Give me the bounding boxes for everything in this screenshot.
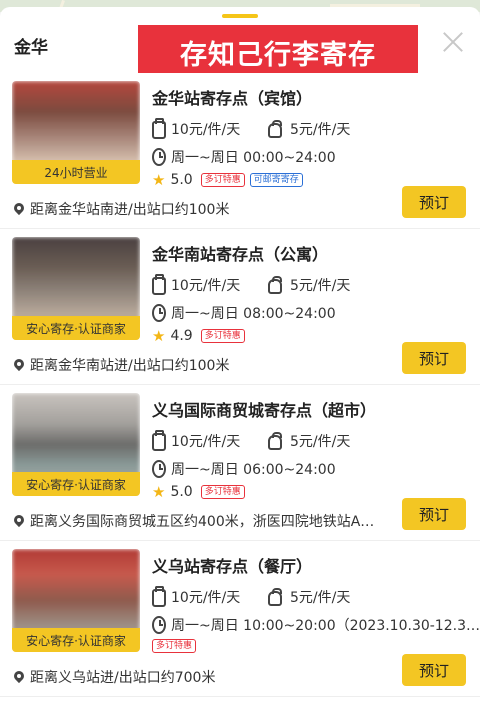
store-address: 距离金华南站进/出站口约100米 bbox=[14, 355, 229, 375]
backpack-icon bbox=[268, 431, 282, 450]
suitcase-icon bbox=[152, 429, 166, 451]
store-name[interactable]: 金华南站寄存点（公寓） bbox=[152, 241, 328, 265]
close-icon[interactable] bbox=[440, 29, 466, 55]
list-item[interactable]: 安心寄存·认证商家 义乌国际商贸城寄存点（超市） 10元/件/天 5元/件/天 … bbox=[0, 385, 480, 541]
location-pin-icon bbox=[14, 359, 24, 372]
backpack-icon bbox=[268, 587, 282, 606]
opening-hours: 周一~周日 10:00~20:00（2023.10.30-12.3… bbox=[152, 615, 480, 635]
price-backpack: 5元/件/天 bbox=[268, 587, 350, 607]
location-pin-icon bbox=[14, 515, 24, 528]
star-icon: ★ bbox=[152, 327, 166, 345]
book-button[interactable]: 预订 bbox=[402, 654, 466, 686]
clock-icon bbox=[152, 460, 166, 478]
suitcase-icon bbox=[152, 117, 166, 139]
clock-icon bbox=[152, 616, 166, 634]
store-tag: 安心寄存·认证商家 bbox=[12, 628, 140, 652]
location-pin-icon bbox=[14, 203, 24, 216]
suitcase-icon bbox=[152, 273, 166, 295]
clock-icon bbox=[152, 148, 166, 166]
clock-icon bbox=[152, 304, 166, 322]
rating-row: ★ 4.9 多订特惠 bbox=[152, 327, 250, 345]
store-photo: 安心寄存·认证商家 bbox=[12, 237, 140, 340]
store-tag: 24小时营业 bbox=[12, 160, 140, 184]
mail-storage-badge: 可邮寄寄存 bbox=[249, 173, 303, 187]
store-photo: 24小时营业 bbox=[12, 81, 140, 184]
store-photo: 安心寄存·认证商家 bbox=[12, 393, 140, 496]
rating-row: ★ 5.0 多订特惠 可邮寄寄存 bbox=[152, 171, 308, 189]
price-backpack: 5元/件/天 bbox=[268, 431, 350, 451]
discount-badge: 多订特惠 bbox=[200, 485, 245, 499]
discount-badge: 多订特惠 bbox=[200, 173, 245, 187]
price-suitcase: 10元/件/天 bbox=[152, 429, 240, 451]
price-backpack: 5元/件/天 bbox=[268, 275, 350, 295]
location-pin-icon bbox=[14, 671, 24, 684]
price-suitcase: 10元/件/天 bbox=[152, 273, 240, 295]
store-name[interactable]: 义乌站寄存点（餐厅） bbox=[152, 553, 312, 577]
opening-hours: 周一~周日 06:00~24:00 bbox=[152, 459, 336, 479]
discount-badge: 多订特惠 bbox=[152, 639, 197, 653]
backpack-icon bbox=[268, 275, 282, 294]
book-button[interactable]: 预订 bbox=[402, 498, 466, 530]
list-item[interactable]: 24小时营业 金华站寄存点（宾馆） 10元/件/天 5元/件/天 周一~周日 0… bbox=[0, 73, 480, 229]
watermark-banner: 存知己行李寄存 bbox=[138, 25, 418, 79]
store-tag: 安心寄存·认证商家 bbox=[12, 316, 140, 340]
rating-score: 5.0 bbox=[170, 484, 193, 500]
star-icon: ★ bbox=[152, 171, 166, 189]
store-address: 距离金华站南进/出站口约100米 bbox=[14, 199, 229, 219]
book-button[interactable]: 预订 bbox=[402, 342, 466, 374]
price-backpack: 5元/件/天 bbox=[268, 119, 350, 139]
book-button[interactable]: 预订 bbox=[402, 186, 466, 218]
store-photo: 安心寄存·认证商家 bbox=[12, 549, 140, 652]
store-address: 距离义务国际商贸城五区约400米，浙医四院地铁站A… bbox=[14, 511, 374, 531]
drag-handle[interactable] bbox=[222, 14, 258, 18]
opening-hours: 周一~周日 08:00~24:00 bbox=[152, 303, 336, 323]
rating-row: ★ 5.0 多订特惠 bbox=[152, 483, 250, 501]
rating-score: 4.9 bbox=[170, 328, 193, 344]
list-item[interactable]: 安心寄存·认证商家 义乌站寄存点（餐厅） 10元/件/天 5元/件/天 周一~周… bbox=[0, 541, 480, 697]
store-list-sheet: 金华 存知己行李寄存 24小时营业 金华站寄存点（宾馆） 10元/件/天 5元/… bbox=[0, 7, 480, 703]
city-title: 金华 bbox=[14, 38, 48, 58]
store-tag: 安心寄存·认证商家 bbox=[12, 472, 140, 496]
rating-row: 多订特惠 bbox=[152, 639, 201, 653]
discount-badge: 多订特惠 bbox=[200, 329, 245, 343]
opening-hours: 周一~周日 00:00~24:00 bbox=[152, 147, 336, 167]
price-suitcase: 10元/件/天 bbox=[152, 117, 240, 139]
price-suitcase: 10元/件/天 bbox=[152, 585, 240, 607]
backpack-icon bbox=[268, 119, 282, 138]
store-name[interactable]: 义乌国际商贸城寄存点（超市） bbox=[152, 397, 376, 421]
list-item[interactable]: 安心寄存·认证商家 金华南站寄存点（公寓） 10元/件/天 5元/件/天 周一~… bbox=[0, 229, 480, 385]
store-name[interactable]: 金华站寄存点（宾馆） bbox=[152, 85, 312, 109]
rating-score: 5.0 bbox=[170, 172, 193, 188]
suitcase-icon bbox=[152, 585, 166, 607]
store-address: 距离义乌站进/出站口约700米 bbox=[14, 667, 215, 687]
star-icon: ★ bbox=[152, 483, 166, 501]
